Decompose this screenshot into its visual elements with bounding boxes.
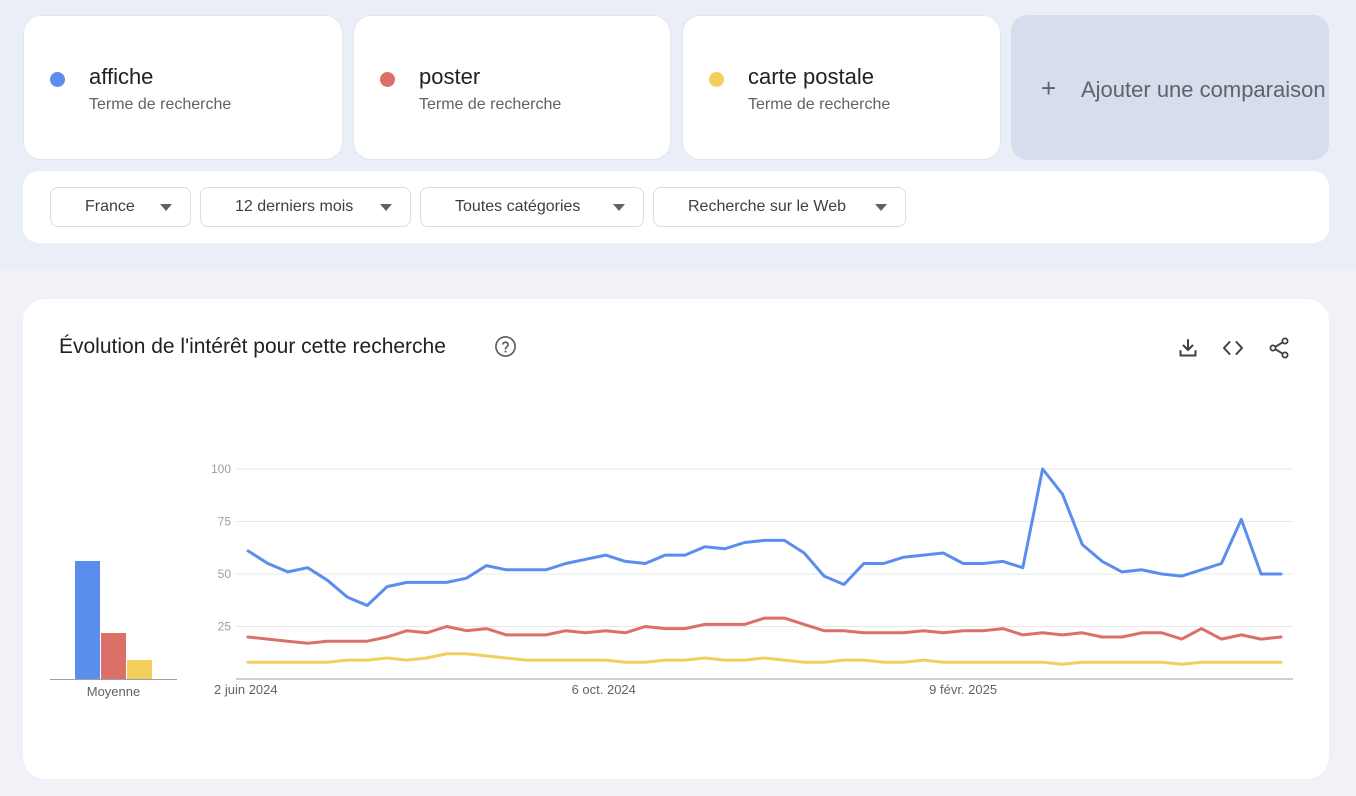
series-line-carte-postale bbox=[246, 652, 1283, 666]
term-card-poster[interactable]: poster Terme de recherche bbox=[353, 15, 671, 160]
series-line-poster bbox=[246, 616, 1283, 645]
dropdown-arrow-icon bbox=[380, 204, 392, 211]
dropdown-arrow-icon bbox=[613, 204, 625, 211]
interest-line-chart[interactable]: 25 50 75 100 2 juin 2024 6 oct. 2024 9 févr. 2… bbox=[23, 299, 1329, 779]
category-filter-label: Toutes catégories bbox=[455, 198, 581, 215]
region-filter[interactable]: France bbox=[50, 187, 191, 227]
add-comparison-label: Ajouter une comparaison bbox=[1081, 77, 1326, 102]
x-tick-label: 9 févr. 2025 bbox=[929, 682, 997, 697]
term-color-dot bbox=[380, 72, 395, 87]
dropdown-arrow-icon bbox=[875, 204, 887, 211]
term-card-affiche[interactable]: affiche Terme de recherche bbox=[23, 15, 343, 160]
x-tick-label: 6 oct. 2024 bbox=[572, 682, 636, 697]
time-range-filter-label: 12 derniers mois bbox=[235, 198, 354, 215]
y-tick-label: 50 bbox=[218, 567, 232, 581]
y-tick-label: 75 bbox=[218, 515, 232, 529]
term-card-carte-postale[interactable]: carte postale Terme de recherche bbox=[682, 15, 1001, 160]
category-filter[interactable]: Toutes catégories bbox=[420, 187, 644, 227]
term-color-dot bbox=[709, 72, 724, 87]
add-comparison-button[interactable]: + Ajouter une comparaison bbox=[1011, 15, 1329, 160]
plus-icon: + bbox=[1041, 73, 1057, 103]
x-tick-label: 2 juin 2024 bbox=[214, 682, 278, 697]
term-name[interactable]: carte postale bbox=[748, 64, 874, 90]
interest-over-time-card: Évolution de l'intérêt pour cette recher… bbox=[23, 299, 1329, 779]
filter-bar: France 12 derniers mois Toutes catégorie… bbox=[23, 171, 1329, 243]
region-filter-label: France bbox=[85, 198, 135, 215]
term-color-dot bbox=[50, 72, 65, 87]
y-tick-label: 100 bbox=[211, 462, 231, 476]
term-type-label: Terme de recherche bbox=[748, 96, 891, 113]
search-type-filter-label: Recherche sur le Web bbox=[688, 198, 846, 215]
y-tick-label: 25 bbox=[218, 620, 232, 634]
search-type-filter[interactable]: Recherche sur le Web bbox=[653, 187, 906, 227]
term-name[interactable]: affiche bbox=[89, 64, 153, 90]
term-type-label: Terme de recherche bbox=[89, 96, 232, 113]
dropdown-arrow-icon bbox=[160, 204, 172, 211]
series-line-affiche bbox=[246, 467, 1283, 607]
time-range-filter[interactable]: 12 derniers mois bbox=[200, 187, 411, 227]
term-name[interactable]: poster bbox=[419, 64, 480, 90]
term-type-label: Terme de recherche bbox=[419, 96, 562, 113]
